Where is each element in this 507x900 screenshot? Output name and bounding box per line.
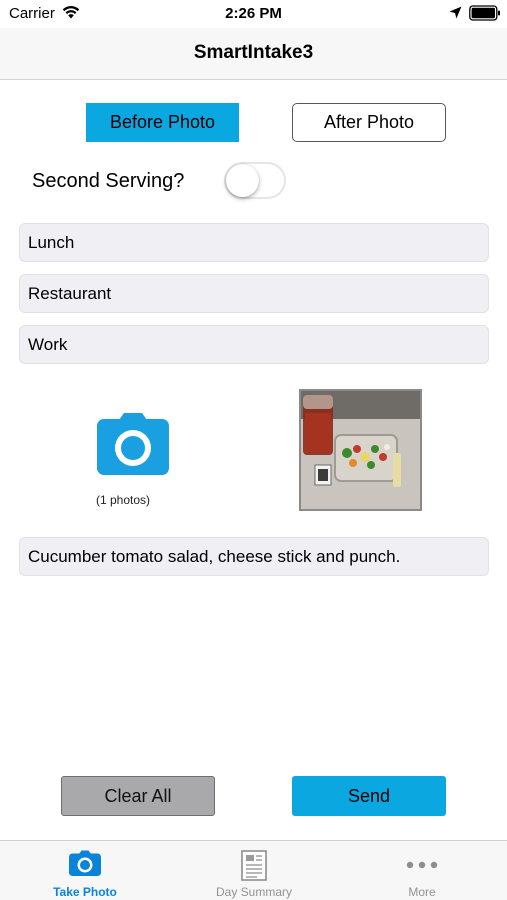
tab-label: More [408, 885, 436, 899]
tab-bar: Take Photo Day Summary More [0, 840, 507, 900]
document-icon [241, 850, 267, 881]
status-bar: Carrier 2:26 PM [0, 0, 507, 28]
food-photo-thumbnail[interactable] [299, 389, 422, 511]
meal-field[interactable]: Lunch [19, 223, 489, 262]
tab-label: Take Photo [53, 885, 117, 899]
battery-icon [469, 5, 500, 21]
send-button[interactable]: Send [292, 776, 446, 816]
description-field[interactable]: Cucumber tomato salad, cheese stick and … [19, 537, 489, 576]
toggle-knob [226, 164, 259, 197]
second-serving-label: Second Serving? [32, 170, 185, 192]
navigation-bar: SmartIntake3 [0, 28, 507, 80]
after-photo-button[interactable]: After Photo [292, 103, 446, 142]
location-arrow-icon [449, 6, 462, 19]
food-photo-image [301, 391, 420, 509]
tab-day-summary[interactable]: Day Summary [184, 841, 324, 900]
clock-time: 2:26 PM [225, 5, 282, 22]
second-serving-toggle[interactable] [224, 162, 286, 199]
photo-count: (1 photos) [96, 493, 151, 507]
page-title: SmartIntake3 [193, 42, 314, 63]
camera-icon[interactable] [97, 412, 169, 475]
clear-all-button[interactable]: Clear All [61, 776, 215, 816]
context-field[interactable]: Work [19, 325, 489, 364]
camera-icon [69, 850, 101, 876]
tab-label: Day Summary [215, 885, 292, 899]
location-field[interactable]: Restaurant [19, 274, 489, 313]
before-photo-button[interactable]: Before Photo [86, 103, 239, 142]
tab-more[interactable]: More [352, 841, 492, 900]
more-dots-icon [406, 861, 438, 869]
tab-take-photo[interactable]: Take Photo [15, 841, 155, 900]
